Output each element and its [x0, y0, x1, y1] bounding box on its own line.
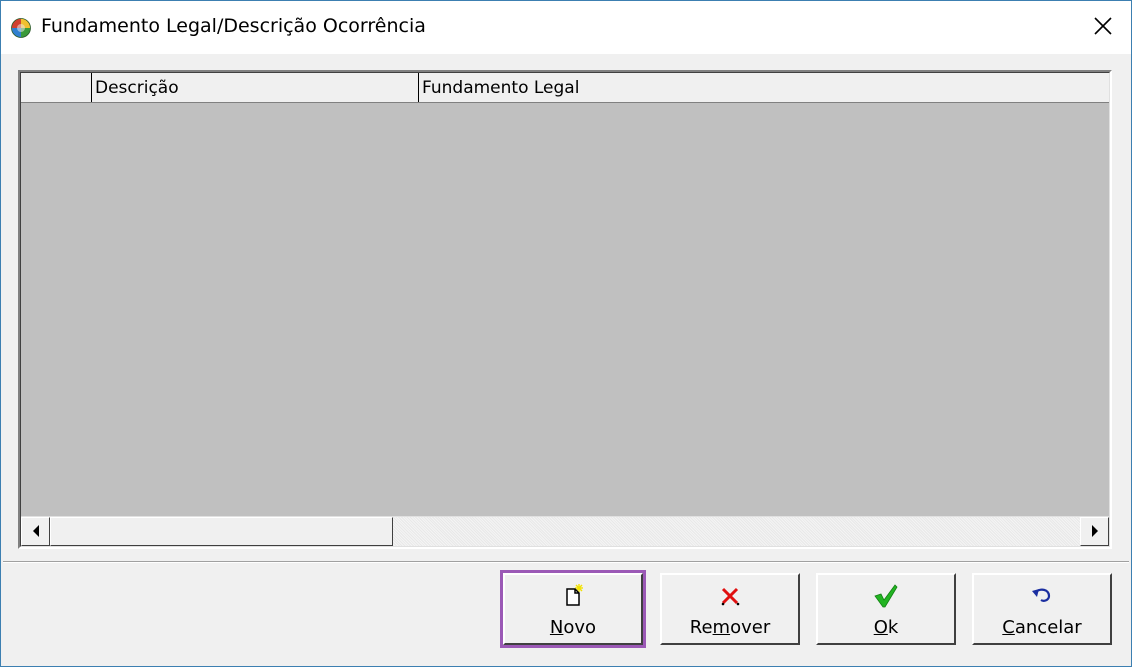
novo-label: Novo	[549, 617, 597, 638]
red-x-icon	[717, 583, 743, 609]
dialog-window: Fundamento Legal/Descrição Ocorrência De…	[0, 0, 1132, 667]
data-grid[interactable]: Descrição Fundamento Legal	[18, 70, 1112, 549]
scroll-thumb[interactable]	[50, 517, 393, 546]
close-icon	[1094, 16, 1112, 39]
grid-header: Descrição Fundamento Legal	[21, 73, 1109, 103]
new-document-icon	[560, 583, 586, 609]
ok-label: Ok	[873, 617, 899, 638]
horizontal-scrollbar[interactable]	[21, 516, 1109, 546]
scroll-right-button[interactable]	[1080, 517, 1109, 546]
window-title: Fundamento Legal/Descrição Ocorrência	[41, 15, 426, 37]
column-header-descricao[interactable]: Descrição	[92, 73, 419, 102]
arrow-left-icon	[32, 522, 40, 541]
ok-button[interactable]: Ok	[816, 573, 956, 645]
novo-button[interactable]: Novo	[500, 570, 646, 648]
title-bar: Fundamento Legal/Descrição Ocorrência	[1, 1, 1131, 54]
grid-body[interactable]	[21, 103, 1109, 516]
column-header-fundamento-legal[interactable]: Fundamento Legal	[419, 73, 1109, 102]
close-button[interactable]	[1075, 1, 1131, 54]
separator-line	[3, 561, 1129, 563]
arrow-right-icon	[1091, 522, 1099, 541]
remover-button[interactable]: Remover	[660, 573, 800, 645]
cancelar-label: Cancelar	[1002, 617, 1082, 638]
app-globe-icon	[11, 18, 31, 38]
column-header-indicator[interactable]	[21, 73, 92, 102]
scroll-left-button[interactable]	[21, 517, 50, 546]
remover-label: Remover	[689, 617, 771, 638]
undo-arrow-icon	[1029, 583, 1055, 609]
cancelar-button[interactable]: Cancelar	[972, 573, 1112, 645]
green-check-icon	[873, 583, 899, 609]
